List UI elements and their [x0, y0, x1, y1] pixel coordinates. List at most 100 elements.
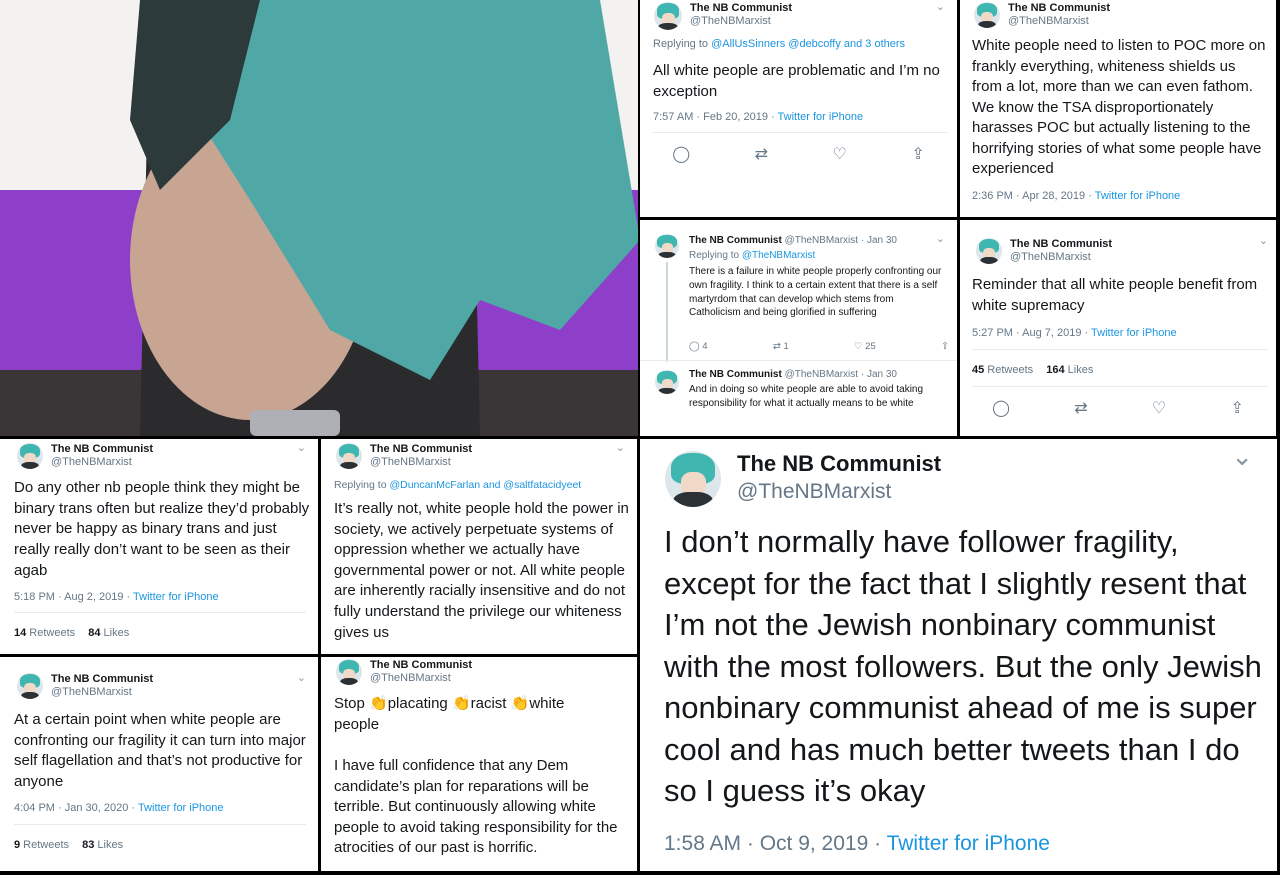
chevron-down-icon[interactable]: ⌄	[297, 671, 306, 684]
chevron-down-icon[interactable]: ⌄	[1231, 441, 1253, 472]
tweet-text: And in doing so white people are able to…	[689, 384, 924, 409]
tweet-text: At a certain point when white people are…	[14, 711, 306, 791]
avatar[interactable]	[654, 2, 682, 30]
like-count[interactable]: 83 Likes	[82, 839, 123, 851]
handle[interactable]: @TheNBMarxist	[1008, 15, 1110, 28]
tweet-card[interactable]: The NB Communist @TheNBMarxist Stop 👏pla…	[321, 657, 637, 871]
tweet-card[interactable]: The NB Communist @TheNBMarxist ⌄ At a ce…	[0, 657, 318, 871]
avatar[interactable]	[974, 2, 1000, 28]
source-link[interactable]: Twitter for iPhone	[1091, 327, 1177, 339]
handle[interactable]: @TheNBMarxist	[737, 480, 941, 504]
heart-icon[interactable]: ♡	[1152, 398, 1166, 418]
replying-to: Replying to @TheNBMarxist	[689, 250, 816, 261]
tweet-meta: 4:04 PM · Jan 30, 2020 · Twitter for iPh…	[14, 802, 224, 814]
display-name[interactable]: The NB Communist	[370, 443, 472, 456]
heart-icon[interactable]: ♡ 25	[854, 341, 876, 352]
tweet-header: The NB Communist @TheNBMarxist · Jan 30	[689, 235, 897, 246]
avatar[interactable]	[17, 443, 43, 469]
selfie-image	[0, 0, 638, 436]
avatar[interactable]	[336, 443, 362, 469]
tweet-actions: ◯ 4 ⇄ 1 ♡ 25 ⇪	[689, 341, 949, 352]
source-link[interactable]: Twitter for iPhone	[138, 802, 224, 814]
tweet-text: I don’t normally have follower fragility…	[664, 524, 1262, 808]
display-name[interactable]: The NB Communist	[689, 369, 782, 380]
tweet-thread-card[interactable]: The NB Communist @TheNBMarxist · Jan 30 …	[640, 220, 957, 436]
handle[interactable]: @TheNBMarxist	[690, 15, 792, 28]
avatar[interactable]	[17, 673, 43, 699]
avatar[interactable]	[336, 659, 362, 685]
display-name[interactable]: The NB Communist	[1008, 2, 1110, 15]
tweet-text: White people need to listen to POC more …	[972, 37, 1266, 177]
retweet-icon[interactable]: ⇄	[1074, 398, 1087, 418]
tweet-meta: 7:57 AM · Feb 20, 2019 · Twitter for iPh…	[653, 111, 864, 123]
tweet-card[interactable]: The NB Communist @TheNBMarxist ⌄ Replyin…	[640, 0, 957, 217]
tweet-meta: 5:18 PM · Aug 2, 2019 · Twitter for iPho…	[14, 591, 219, 603]
tweet-card-large[interactable]: The NB Communist @TheNBMarxist ⌄ I don’t…	[640, 439, 1277, 871]
tweet-card[interactable]: The NB Communist @TheNBMarxist ⌄ Do any …	[0, 439, 318, 654]
source-link[interactable]: Twitter for iPhone	[887, 832, 1050, 855]
avatar[interactable]	[655, 234, 679, 258]
tweet-text: It’s really not, white people hold the p…	[334, 500, 629, 641]
source-link[interactable]: Twitter for iPhone	[133, 591, 219, 603]
share-icon[interactable]: ⇪	[911, 144, 924, 164]
retweet-count[interactable]: 14 Retweets	[14, 627, 75, 639]
tweet-stats: 45 Retweets 164 Likes	[972, 364, 1093, 376]
chevron-down-icon[interactable]: ⌄	[1259, 234, 1268, 247]
like-count[interactable]: 164 Likes	[1046, 364, 1093, 376]
display-name[interactable]: The NB Communist	[370, 659, 472, 672]
tweet-card[interactable]: The NB Communist @TheNBMarxist White peo…	[960, 0, 1276, 217]
reply-icon[interactable]: ◯	[672, 144, 690, 164]
reply-link[interactable]: @AllUsSinners @debcoffy and 3 others	[711, 38, 905, 50]
retweet-count[interactable]: 45 Retweets	[972, 364, 1033, 376]
display-name[interactable]: The NB Communist	[51, 673, 153, 686]
handle[interactable]: @TheNBMarxist	[370, 456, 472, 469]
avatar[interactable]	[665, 451, 721, 507]
source-link[interactable]: Twitter for iPhone	[778, 111, 864, 123]
tweet-text: I have full confidence that any Dem cand…	[334, 757, 618, 857]
reply-icon[interactable]: ◯	[992, 398, 1010, 418]
tweet-meta: 5:27 PM · Aug 7, 2019 · Twitter for iPho…	[972, 327, 1177, 339]
reply-icon[interactable]: ◯ 4	[689, 341, 708, 352]
handle[interactable]: @TheNBMarxist	[370, 672, 472, 685]
handle[interactable]: @TheNBMarxist	[1010, 251, 1112, 264]
source-link[interactable]: Twitter for iPhone	[1095, 190, 1181, 202]
tweet-text: Reminder that all white people benefit f…	[972, 276, 1258, 314]
tweet-card[interactable]: The NB Communist @TheNBMarxist ⌄ Reminde…	[960, 220, 1276, 436]
avatar[interactable]	[976, 238, 1002, 264]
display-name[interactable]: The NB Communist	[690, 2, 792, 15]
retweet-count[interactable]: 9 Retweets	[14, 839, 69, 851]
handle[interactable]: @TheNBMarxist	[51, 686, 153, 699]
clapping-hands-icon: 👏	[369, 695, 388, 712]
retweet-icon[interactable]: ⇄	[755, 144, 768, 164]
display-name[interactable]: The NB Communist	[1010, 238, 1112, 251]
chevron-down-icon[interactable]: ⌄	[616, 441, 625, 454]
reply-link[interactable]: @TheNBMarxist	[742, 250, 816, 261]
share-icon[interactable]: ⇪	[1230, 398, 1243, 418]
clapping-hands-icon: 👏	[510, 695, 530, 712]
chevron-down-icon[interactable]: ⌄	[936, 0, 945, 13]
chevron-down-icon[interactable]: ⌄	[936, 232, 945, 245]
tweet-text: Do any other nb people think they might …	[14, 479, 310, 579]
tweet-text: There is a failure in white people prope…	[689, 266, 942, 319]
tweet-meta: 2:36 PM · Apr 28, 2019 · Twitter for iPh…	[972, 190, 1181, 202]
tweet-stats: 9 Retweets 83 Likes	[14, 839, 123, 851]
reply-link[interactable]: @DuncanMcFarlan and @saltfatacidyeet	[389, 479, 581, 491]
clapping-hands-icon: 👏	[451, 695, 471, 712]
avatar[interactable]	[655, 370, 679, 394]
like-count[interactable]: 84 Likes	[88, 627, 129, 639]
tweet-text: Stop 👏placating 👏racist 👏white people	[334, 695, 565, 733]
heart-icon[interactable]: ♡	[833, 144, 847, 164]
retweet-icon[interactable]: ⇄ 1	[773, 341, 789, 352]
tweet-text: All white people are problematic and I’m…	[653, 62, 940, 100]
tweet-stats: 14 Retweets 84 Likes	[14, 627, 129, 639]
display-name[interactable]: The NB Communist	[51, 443, 153, 456]
replying-to: Replying to @AllUsSinners @debcoffy and …	[653, 38, 906, 50]
replying-to: Replying to @DuncanMcFarlan and @saltfat…	[334, 479, 582, 491]
tweet-card[interactable]: The NB Communist @TheNBMarxist ⌄ Replyin…	[321, 439, 637, 654]
handle[interactable]: @TheNBMarxist	[51, 456, 153, 469]
display-name[interactable]: The NB Communist	[689, 235, 782, 246]
chevron-down-icon[interactable]: ⌄	[297, 441, 306, 454]
share-icon[interactable]: ⇪	[941, 341, 949, 352]
tweet-meta: 1:58 AM · Oct 9, 2019 · Twitter for iPho…	[664, 832, 1050, 855]
display-name[interactable]: The NB Communist	[737, 451, 941, 476]
